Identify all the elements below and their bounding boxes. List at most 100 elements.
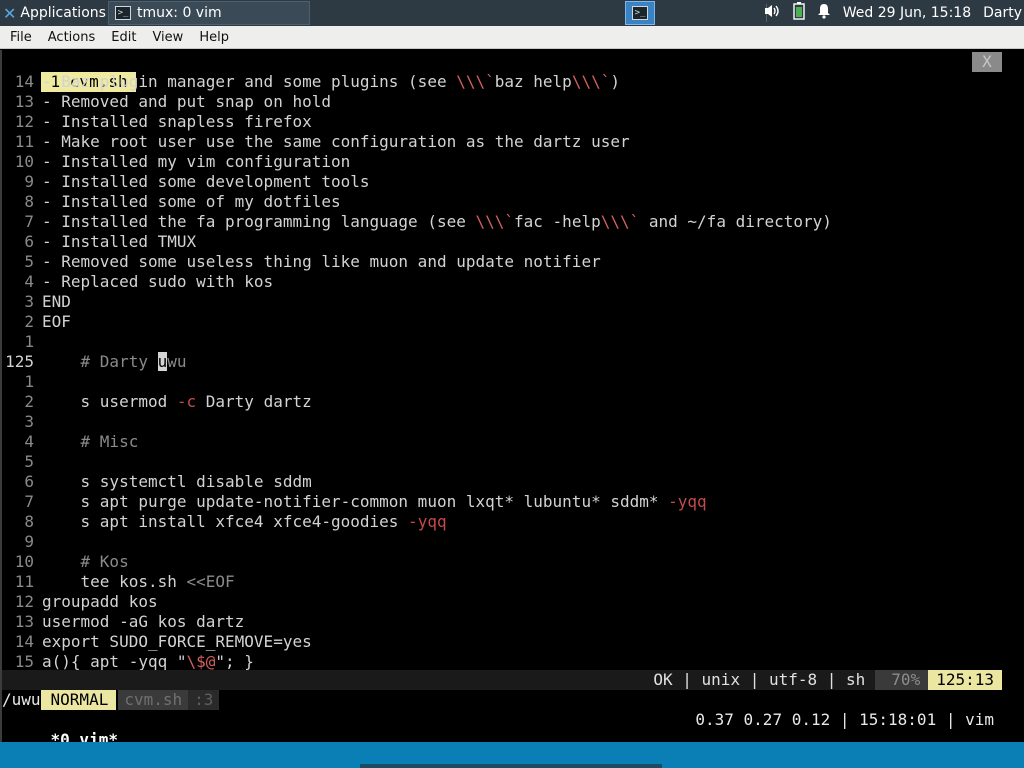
line-text: - Installed TMUX	[42, 232, 197, 251]
vim-tabline: 1 cvm.sh X	[2, 52, 1022, 92]
editor-line: 9 - Installed some development tools	[2, 172, 370, 192]
editor-line: 8 s apt install xfce4 xfce4-goodies -yqq	[2, 512, 447, 532]
editor-line: 5	[2, 452, 42, 472]
line-number: 12	[14, 112, 34, 131]
line-text: groupadd kos	[42, 592, 158, 611]
editor-line: 11 - Make root user use the same configur…	[2, 132, 630, 152]
editor-line: 2 EOF	[2, 312, 71, 332]
notification-bell-icon[interactable]	[817, 3, 831, 23]
menu-actions[interactable]: Actions	[40, 30, 104, 45]
editor-line: 10 # Kos	[2, 552, 129, 572]
line-text: - Installed some of my dotfiles	[42, 192, 341, 211]
vim-tab-close-button[interactable]: X	[972, 52, 1002, 72]
editor-line: 3	[2, 412, 42, 432]
line-text: a(){ apt -yqq "\$@"; }	[42, 652, 254, 671]
menu-file[interactable]: File	[0, 30, 40, 45]
editor-line: 7 - Installed the fa programming language…	[2, 212, 832, 232]
vim-mode-indicator: NORMAL	[40, 690, 117, 710]
editor-line: 1	[2, 332, 42, 352]
line-number-current: 125	[5, 352, 34, 371]
tmux-status-bar: *0 vim* 0.37 0.27 0.12 | 15:18:01 | vim	[2, 710, 1002, 749]
editor-line: 8 - Installed some of my dotfiles	[2, 192, 341, 212]
line-number: 2	[24, 312, 34, 331]
text-cursor: u	[157, 352, 168, 371]
editor-line: 4 - Replaced sudo with kos	[2, 272, 273, 292]
xfce-logo-icon: ✕	[3, 3, 17, 23]
editor-line: 10 - Installed my vim configuration	[2, 152, 351, 172]
status-file-info: OK | unix | utf-8 | sh	[653, 670, 866, 689]
editor-line: 12 - Installed snapless firefox	[2, 112, 312, 132]
line-text: - Installed my vim configuration	[42, 152, 351, 171]
status-filename: cvm.sh	[118, 690, 189, 710]
line-number: 8	[24, 512, 34, 531]
line-number: 12	[14, 592, 34, 611]
system-tray: Wed 29 Jun, 15:18 Darty	[763, 0, 1024, 26]
editor-line: 13 - Removed and put snap on hold	[2, 92, 331, 112]
line-text: s apt purge update-notifier-common muon …	[42, 492, 707, 511]
editor-line: 7 s apt purge update-notifier-common muo…	[2, 492, 707, 512]
editor-line: 15 a(){ apt -yqq "\$@"; }	[2, 652, 254, 672]
editor-line: 6 s systemctl disable sddm	[2, 472, 312, 492]
editor-line-current: 125 # Darty uwu	[2, 352, 187, 372]
clock[interactable]: Wed 29 Jun, 15:18	[843, 5, 971, 21]
editor-line: 2 s usermod -c Darty dartz	[2, 392, 312, 412]
vim-statusline: NORMAL cvm.sh:3 OK | unix | utf-8 | sh 70…	[2, 670, 1002, 710]
line-text: - Installed some development tools	[42, 172, 370, 191]
status-cursor-position: 125:13	[928, 670, 1002, 690]
line-text: export SUDO_FORCE_REMOVE=yes	[42, 632, 312, 651]
user-menu[interactable]: Darty	[983, 5, 1022, 21]
line-number: 8	[24, 192, 34, 211]
line-number: 6	[24, 232, 34, 251]
line-number: 5	[24, 252, 34, 271]
menu-edit[interactable]: Edit	[103, 30, 144, 45]
editor-line: 12 groupadd kos	[2, 592, 158, 612]
status-line-ref: :3	[188, 690, 220, 710]
line-number: 9	[24, 532, 34, 551]
line-number: 11	[14, 132, 34, 151]
panel-handle[interactable]	[360, 764, 662, 768]
menubar: File Actions Edit View Help	[0, 26, 1024, 49]
terminal-area[interactable]: 1 cvm.sh X 14- Baz plugin manager and so…	[0, 50, 1024, 749]
line-text: - Installed the fa programming language …	[42, 212, 832, 231]
battery-icon[interactable]	[793, 2, 805, 24]
line-text: tee kos.sh <<EOF	[42, 572, 235, 591]
editor-line: 6 - Installed TMUX	[2, 232, 196, 252]
line-text: - Removed and put snap on hold	[42, 92, 331, 111]
editor-line: 1	[2, 372, 42, 392]
tmux-status-right: 0.37 0.27 0.12 | 15:18:01 | vim	[695, 710, 994, 729]
applications-menu[interactable]: ✕ Applications	[0, 0, 106, 26]
volume-icon[interactable]	[763, 3, 781, 23]
bottom-panel	[0, 742, 1024, 768]
menu-help[interactable]: Help	[191, 30, 237, 45]
line-number: 15	[14, 652, 34, 671]
status-scroll-percent: 70%	[875, 670, 929, 690]
line-text: s systemctl disable sddm	[42, 472, 312, 491]
line-text: - Make root user use the same configurat…	[42, 132, 630, 151]
line-text: s apt install xfce4 xfce4-goodies -yqq	[42, 512, 447, 531]
line-number: 2	[24, 392, 34, 411]
line-number: 13	[14, 92, 34, 111]
line-number: 1	[24, 332, 34, 351]
menu-view[interactable]: View	[144, 30, 191, 45]
line-number: 9	[24, 172, 34, 191]
line-number: 11	[14, 572, 34, 591]
line-number: 14	[14, 72, 34, 91]
editor-line: 14 export SUDO_FORCE_REMOVE=yes	[2, 632, 312, 652]
line-number: 10	[14, 152, 34, 171]
line-number: 3	[24, 292, 34, 311]
line-text: - Installed snapless firefox	[42, 112, 312, 131]
editor-line: 9	[2, 532, 42, 552]
workspace-switcher[interactable]: >_	[625, 1, 655, 25]
line-text: s usermod -c Darty dartz	[42, 392, 312, 411]
vim-command-line[interactable]: /uwu	[2, 690, 41, 710]
line-number: 5	[24, 452, 34, 471]
line-text: EOF	[42, 312, 71, 331]
taskbar-button-terminal[interactable]: >_ tmux: 0 vim	[108, 1, 310, 25]
line-text: usermod -aG kos dartz	[42, 612, 245, 631]
line-number: 10	[14, 552, 34, 571]
line-text: # Darty uwu	[42, 352, 187, 371]
line-text: END	[42, 292, 71, 311]
editor-line: 14 - Baz plugin manager and some plugins …	[2, 72, 620, 92]
line-text: - Replaced sudo with kos	[42, 272, 274, 291]
taskbar-button-label: tmux: 0 vim	[137, 5, 222, 21]
